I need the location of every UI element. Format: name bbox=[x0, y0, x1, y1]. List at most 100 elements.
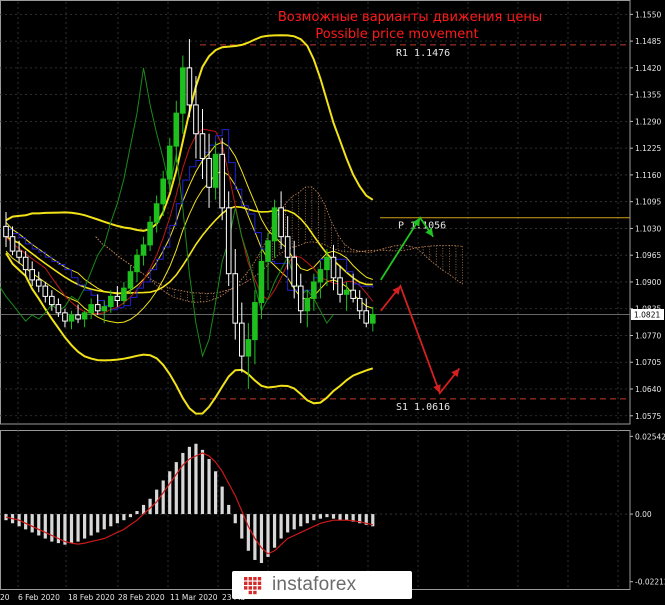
macd-histogram-bar bbox=[240, 514, 244, 539]
candle-body bbox=[180, 67, 186, 114]
candle-body bbox=[153, 203, 160, 223]
y-tick-label: 1.1225 bbox=[635, 144, 661, 153]
candle-body bbox=[199, 133, 206, 159]
candle-body bbox=[278, 207, 284, 238]
candle-body bbox=[29, 269, 35, 281]
candle-body bbox=[140, 244, 147, 256]
level-label-p: P 1.1056 bbox=[398, 221, 446, 232]
candle-body bbox=[219, 153, 225, 209]
candle-body bbox=[239, 322, 245, 357]
candle-body bbox=[324, 256, 330, 271]
x-tick-label: 6 Feb 2020 bbox=[18, 593, 60, 602]
candle-body bbox=[16, 250, 22, 258]
macd-histogram-bar bbox=[331, 514, 336, 519]
macd-histogram-bar bbox=[312, 514, 316, 521]
y-tick-label: 1.1095 bbox=[635, 198, 661, 207]
candle-body bbox=[166, 145, 173, 180]
candle-body bbox=[160, 178, 166, 205]
macd-histogram-bar bbox=[214, 471, 218, 515]
candle-body bbox=[108, 295, 114, 308]
macd-histogram-bar bbox=[83, 514, 87, 539]
macd-histogram-bar bbox=[63, 514, 67, 545]
candle-body bbox=[134, 254, 140, 273]
macd-histogram-bar bbox=[279, 514, 283, 539]
x-tick-label: 20 bbox=[0, 593, 10, 602]
y-tick-label: 1.0770 bbox=[635, 331, 661, 340]
candle-body bbox=[350, 289, 356, 299]
macd-histogram-bar bbox=[227, 504, 231, 515]
macd-tick-label: -0.02212 bbox=[635, 578, 665, 587]
level-label-r1: R1 1.1476 bbox=[396, 48, 450, 59]
macd-tick-label: 0.02542 bbox=[635, 432, 665, 441]
macd-histogram-bar bbox=[37, 514, 41, 536]
macd-histogram-bar bbox=[69, 514, 74, 544]
candle-body bbox=[101, 306, 108, 312]
candle-body bbox=[186, 67, 193, 106]
y-tick-label: 1.1030 bbox=[635, 224, 661, 233]
y-tick-label: 1.1420 bbox=[635, 64, 661, 73]
macd-histogram-bar bbox=[102, 514, 106, 530]
candle-body bbox=[35, 279, 42, 287]
instaforex-logo: instaforex bbox=[232, 571, 412, 599]
macd-histogram-bar bbox=[161, 480, 165, 515]
candle-body bbox=[304, 297, 311, 312]
y-tick-label: 1.0965 bbox=[635, 251, 661, 260]
macd-histogram-bar bbox=[266, 514, 270, 557]
y-tick-label: 1.1550 bbox=[635, 10, 661, 19]
candle-body bbox=[81, 312, 88, 320]
macd-histogram-bar bbox=[272, 514, 277, 548]
macd-histogram-bar bbox=[292, 514, 296, 530]
macd-histogram-bar bbox=[187, 446, 191, 515]
candle-body bbox=[337, 277, 343, 295]
candle-body bbox=[114, 295, 121, 301]
candle-body bbox=[206, 157, 212, 188]
candle-body bbox=[193, 104, 199, 135]
macd-histogram-bar bbox=[286, 514, 290, 533]
price-chart: R1 1.1476 P 1.1056 S1 1.0616 1.1550 1.1485 1… bbox=[0, 0, 665, 605]
macd-histogram-bar bbox=[89, 514, 93, 536]
y-tick-label: 1.0640 bbox=[635, 385, 661, 394]
instaforex-logo-icon bbox=[244, 577, 262, 595]
macd-histogram-bar bbox=[200, 449, 205, 515]
candle-body bbox=[311, 281, 317, 299]
macd-histogram-bar bbox=[43, 514, 47, 539]
macd-histogram-bar bbox=[246, 514, 250, 551]
candle-body bbox=[212, 153, 219, 188]
macd-tick-label: 0.00 bbox=[635, 510, 652, 519]
candle-body bbox=[22, 256, 29, 271]
candle-body bbox=[3, 225, 9, 238]
candle-body bbox=[88, 304, 94, 314]
macd-histogram-bar bbox=[181, 452, 185, 515]
macd-histogram-bar bbox=[122, 514, 126, 521]
candle-body bbox=[356, 297, 363, 312]
macd-histogram-bar bbox=[233, 514, 237, 524]
x-tick-label: 28 Feb 2020 bbox=[118, 593, 165, 602]
level-label-s1: S1 1.0616 bbox=[396, 402, 450, 413]
candle-body bbox=[265, 240, 271, 262]
macd-histogram-bar bbox=[305, 514, 309, 524]
y-tick-label: 1.1355 bbox=[635, 91, 661, 100]
candle-body bbox=[284, 236, 291, 258]
candle-body bbox=[232, 273, 239, 324]
candle-body bbox=[317, 269, 324, 283]
macd-histogram-bar bbox=[128, 514, 133, 518]
candle-body bbox=[49, 295, 55, 306]
candle-body bbox=[121, 287, 127, 301]
candle-body bbox=[297, 285, 304, 312]
macd-histogram-bar bbox=[299, 514, 303, 527]
candle-body bbox=[55, 304, 62, 314]
macd-histogram-bar bbox=[115, 514, 119, 524]
candle-body bbox=[363, 310, 370, 324]
x-tick-label: 18 Feb 2020 bbox=[68, 593, 115, 602]
candle-body bbox=[271, 207, 278, 242]
macd-histogram-bar bbox=[76, 514, 80, 542]
y-tick-label: 1.1485 bbox=[635, 37, 661, 46]
macd-histogram-bar bbox=[318, 514, 322, 519]
macd-histogram-bar bbox=[325, 514, 329, 518]
candle-body bbox=[245, 339, 252, 357]
candle-body bbox=[75, 314, 81, 320]
candle-body bbox=[94, 304, 101, 312]
macd-histogram-bar bbox=[207, 459, 211, 515]
y-tick-label: 1.1160 bbox=[635, 171, 661, 180]
current-price-label: 1.0821 bbox=[634, 310, 660, 319]
